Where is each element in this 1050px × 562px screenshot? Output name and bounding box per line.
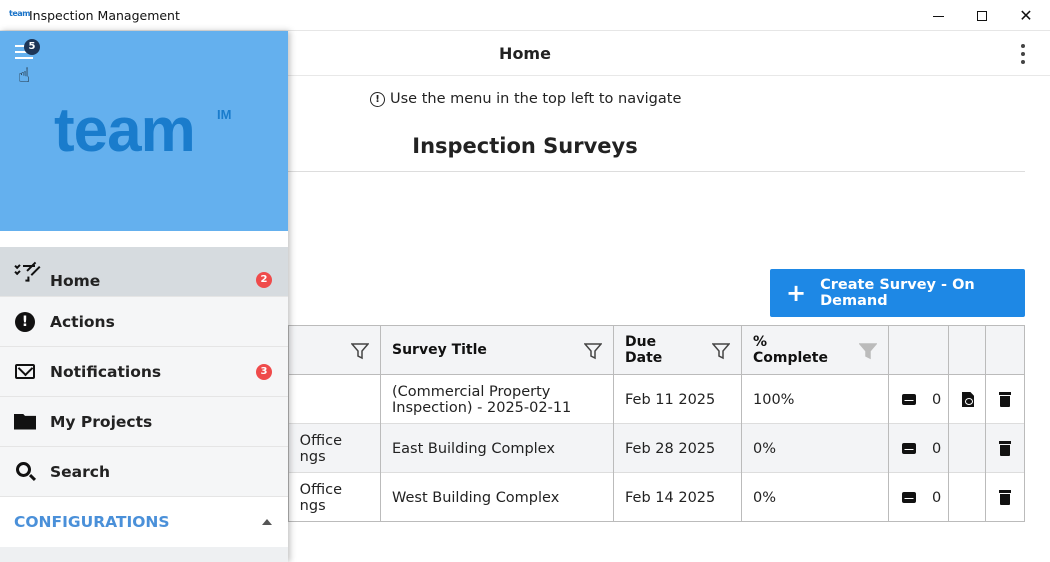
- survey-title-cell[interactable]: (Commercial Property Inspection) - 2025-…: [381, 375, 614, 424]
- column-header-percent-complete[interactable]: % Complete: [742, 326, 889, 375]
- column-header-pdf: [949, 326, 986, 375]
- envelope-icon: [902, 443, 916, 454]
- trash-icon[interactable]: [999, 441, 1011, 456]
- configurations-section-toggle[interactable]: CONFIGURATIONS: [0, 497, 288, 547]
- nav-label: Search: [50, 462, 111, 481]
- percent-complete-cell: 100%: [742, 375, 889, 424]
- pointer-cursor-icon: ☝: [18, 63, 31, 87]
- drawer-nav: Home 2 ! Actions Notifications 3 My Proj…: [0, 247, 288, 562]
- pdf-icon[interactable]: [962, 392, 974, 407]
- envelope-icon: [14, 361, 36, 383]
- survey-title-cell[interactable]: East Building Complex: [381, 424, 614, 473]
- window-title: Inspection Management: [29, 8, 180, 23]
- surveys-table: Survey Title Due Date % Complete (Commer…: [288, 325, 1025, 522]
- brand-mark: IM: [217, 107, 232, 122]
- maximize-button[interactable]: [972, 6, 992, 26]
- email-count-cell[interactable]: 0: [889, 473, 949, 522]
- email-count-cell[interactable]: 0: [889, 375, 949, 424]
- page-title: Home: [499, 44, 551, 63]
- project-cell: [289, 375, 381, 424]
- envelope-icon: [902, 492, 916, 503]
- page-header: Home: [288, 32, 1050, 76]
- email-count: 0: [932, 391, 942, 408]
- app-logo: team: [9, 9, 30, 18]
- menu-badge: 5: [24, 39, 40, 55]
- nav-item-my-projects[interactable]: My Projects: [0, 397, 288, 447]
- info-icon: !: [370, 91, 385, 107]
- section-divider: [288, 171, 1025, 172]
- delete-cell[interactable]: [986, 375, 1024, 424]
- email-count-cell[interactable]: 0: [889, 424, 949, 473]
- nav-label: Home: [50, 271, 101, 290]
- pdf-cell: [949, 473, 986, 522]
- percent-complete-cell: 0%: [742, 473, 889, 522]
- filter-icon[interactable]: [712, 342, 730, 360]
- nav-item-notifications[interactable]: Notifications 3: [0, 347, 288, 397]
- column-header-delete: [986, 326, 1024, 375]
- column-header-label: % Complete: [753, 334, 828, 366]
- delete-cell[interactable]: [986, 473, 1024, 522]
- project-cell: Office ngs: [289, 473, 381, 522]
- envelope-icon: [902, 394, 916, 405]
- window-title-bar: team Inspection Management ✕: [0, 0, 1050, 31]
- chevron-up-icon: [262, 519, 272, 525]
- project-cell: Office ngs: [289, 424, 381, 473]
- pdf-cell[interactable]: [949, 375, 986, 424]
- table-row[interactable]: Office ngs West Building Complex Feb 14 …: [289, 473, 1024, 522]
- home-badge: 2: [256, 271, 272, 288]
- pdf-cell: [949, 424, 986, 473]
- survey-title-cell[interactable]: West Building Complex: [381, 473, 614, 522]
- column-header-label: Due Date: [625, 334, 663, 366]
- nav-label: My Projects: [50, 412, 153, 431]
- brand-logo: team: [54, 96, 196, 165]
- drawer-header: 5 ☝ team IM: [0, 31, 288, 231]
- due-date-cell: Feb 11 2025: [614, 375, 742, 424]
- due-date-cell: Feb 14 2025: [614, 473, 742, 522]
- checklist-icon: [14, 261, 41, 283]
- column-header-label: Survey Title: [392, 342, 487, 358]
- email-count: 0: [932, 489, 942, 506]
- nav-item-search[interactable]: Search: [0, 447, 288, 497]
- column-header-survey-title[interactable]: Survey Title: [381, 326, 614, 375]
- delete-cell[interactable]: [986, 424, 1024, 473]
- search-icon: [14, 461, 36, 483]
- create-survey-label: Create Survey - On Demand: [820, 277, 975, 309]
- trash-icon[interactable]: [999, 490, 1011, 505]
- nav-label: Notifications: [50, 362, 162, 381]
- navigation-hint: ! Use the menu in the top left to naviga…: [370, 91, 681, 107]
- nav-item-partial: [0, 547, 288, 562]
- nav-label: Actions: [50, 312, 115, 331]
- table-row[interactable]: (Commercial Property Inspection) - 2025-…: [289, 375, 1024, 424]
- plus-icon: +: [786, 279, 807, 307]
- minimize-icon: [932, 16, 944, 17]
- configurations-label: CONFIGURATIONS: [14, 513, 170, 531]
- kebab-menu-icon[interactable]: [1018, 44, 1028, 68]
- trash-icon[interactable]: [999, 392, 1011, 407]
- filter-icon[interactable]: [859, 342, 877, 360]
- column-header-project[interactable]: [289, 326, 381, 375]
- notifications-badge: 3: [256, 363, 272, 380]
- minimize-button[interactable]: [928, 6, 948, 26]
- filter-icon[interactable]: [351, 342, 369, 360]
- nav-item-actions[interactable]: ! Actions: [0, 297, 288, 347]
- filter-icon[interactable]: [584, 342, 602, 360]
- due-date-cell: Feb 28 2025: [614, 424, 742, 473]
- maximize-icon: [977, 11, 987, 21]
- column-header-due-date[interactable]: Due Date: [614, 326, 742, 375]
- hint-text: Use the menu in the top left to navigate: [390, 91, 682, 107]
- alert-icon: !: [14, 311, 36, 333]
- column-header-emails: [889, 326, 949, 375]
- navigation-drawer: 5 ☝ team IM Home 2 ! Actions Notificatio…: [0, 31, 288, 562]
- section-title: Inspection Surveys: [412, 134, 638, 158]
- folder-open-icon: [14, 411, 36, 433]
- create-survey-button[interactable]: + Create Survey - On Demand: [770, 269, 1025, 317]
- percent-complete-cell: 0%: [742, 424, 889, 473]
- email-count: 0: [932, 440, 942, 457]
- close-button[interactable]: ✕: [1016, 6, 1036, 26]
- table-row[interactable]: Office ngs East Building Complex Feb 28 …: [289, 424, 1024, 473]
- close-icon: ✕: [1019, 6, 1033, 25]
- nav-item-home[interactable]: Home 2: [0, 247, 288, 297]
